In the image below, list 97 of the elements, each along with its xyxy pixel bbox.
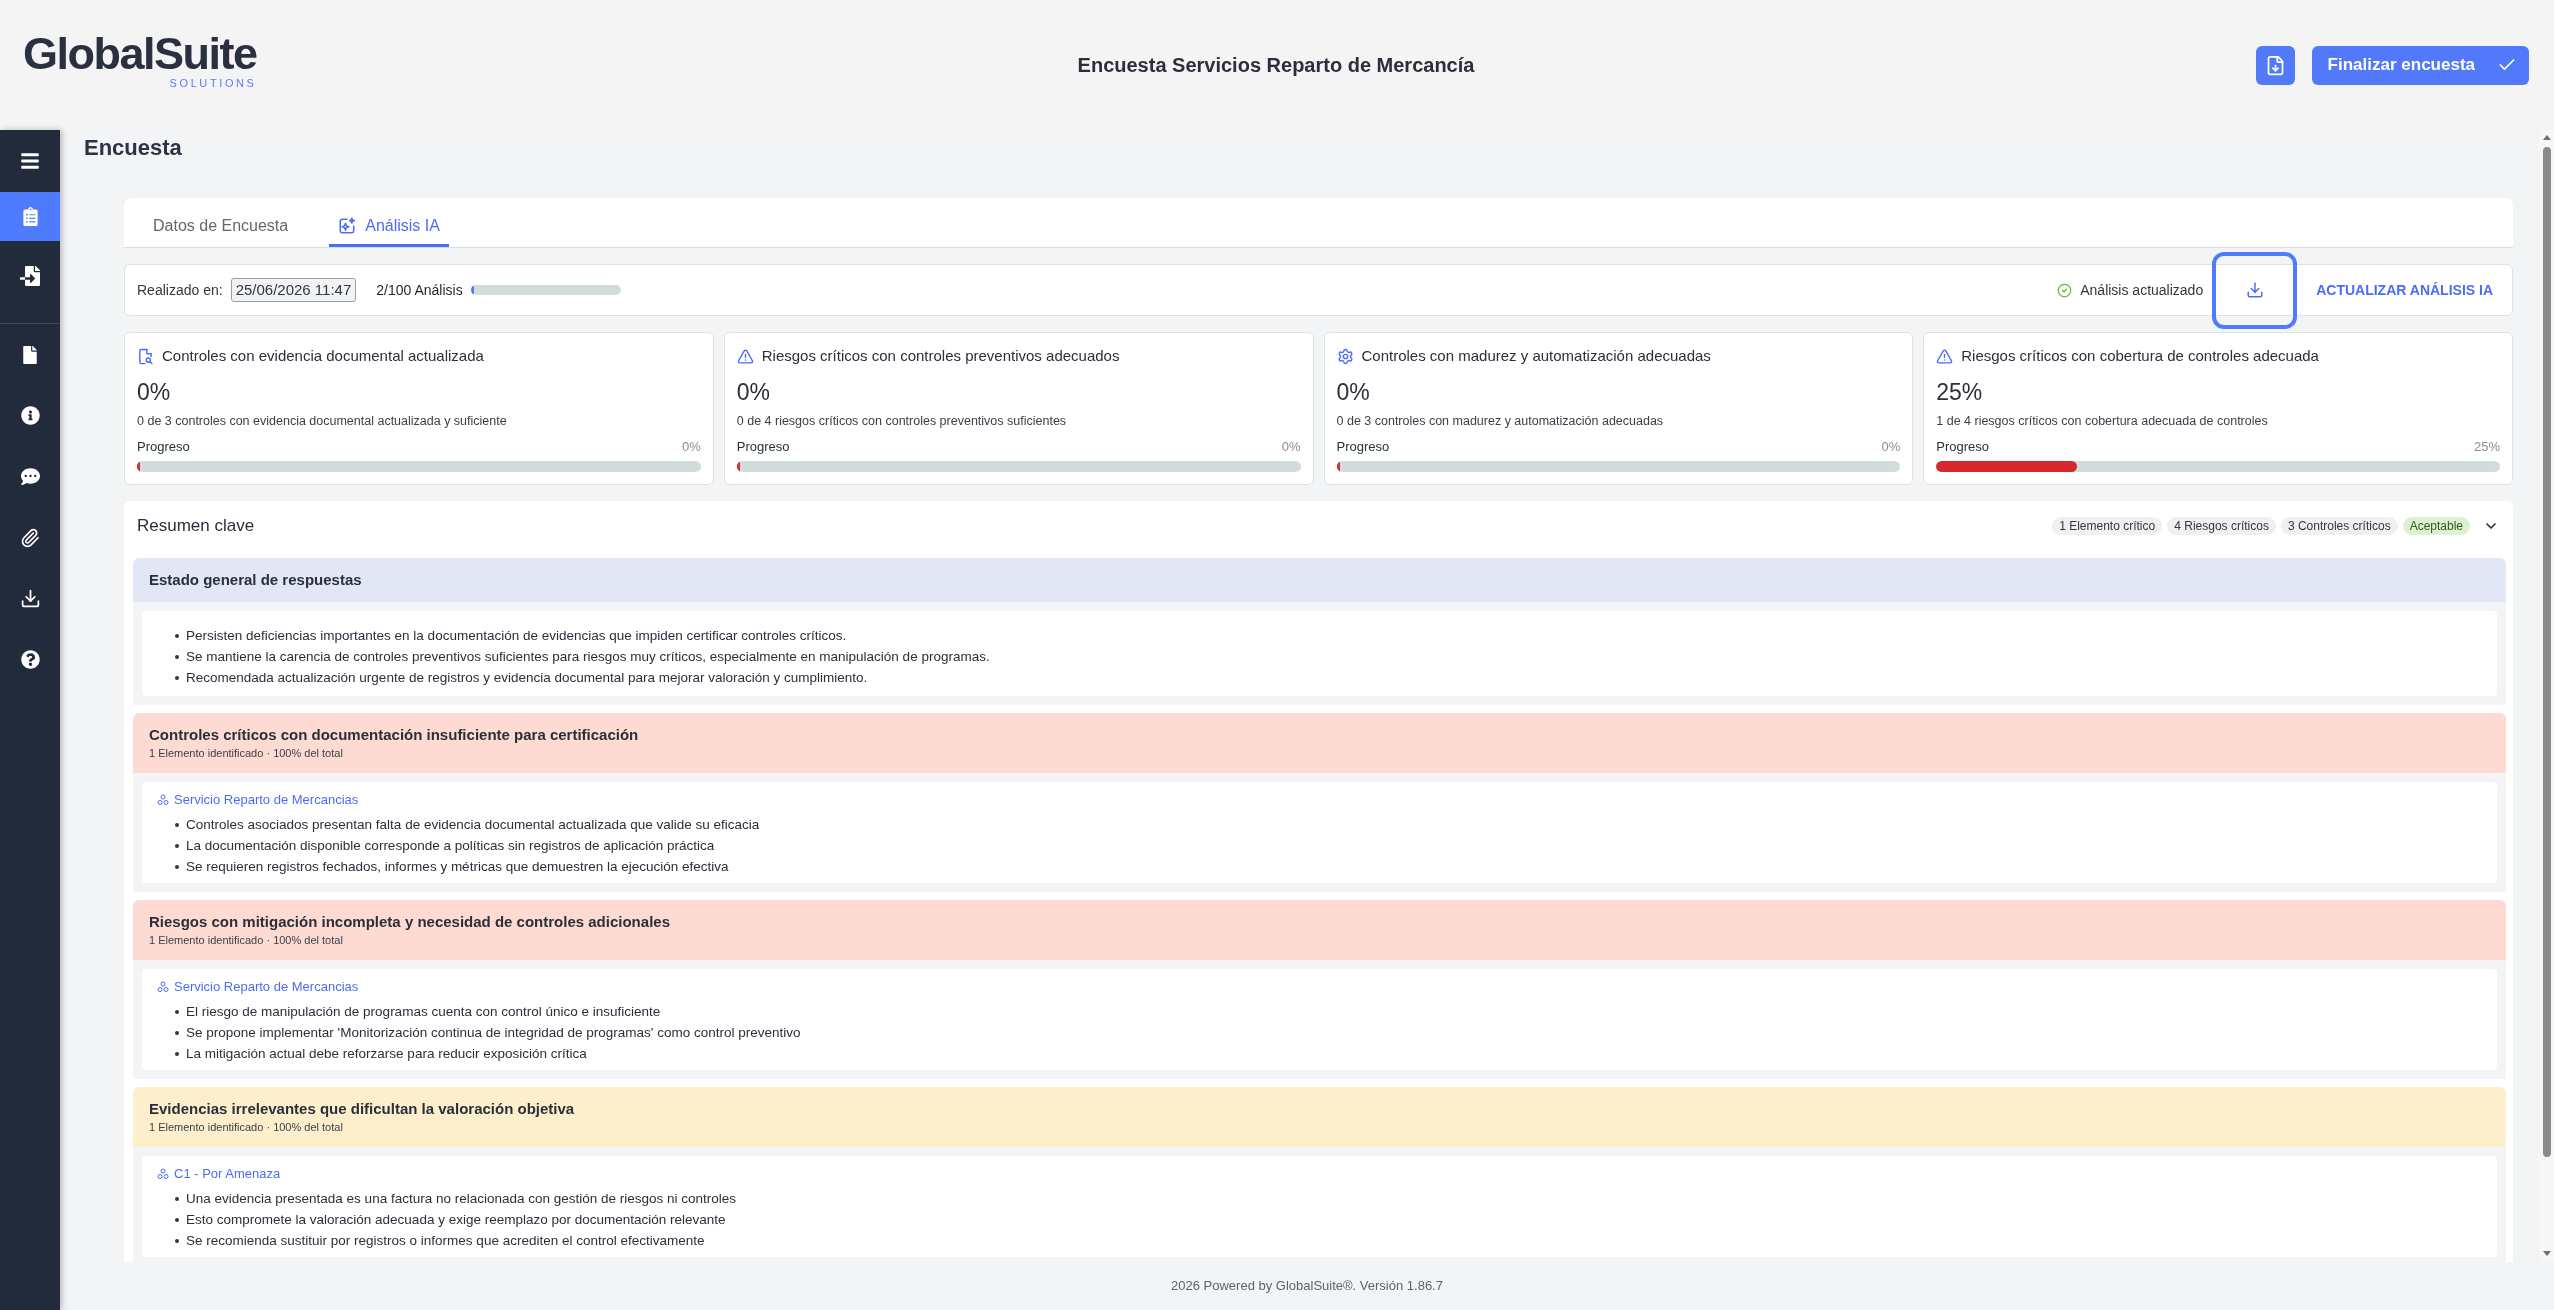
bullet-text: La mitigación actual debe reforzarse para reducir exposición crítica (186, 1045, 587, 1063)
finalize-button[interactable]: Finalizar encuesta (2311, 45, 2529, 85)
bullet-icon (175, 1238, 179, 1243)
section-title: Evidencias irrelevantes que dificultan la valoración objetiva (149, 1099, 576, 1119)
summary-title: Resumen clave (137, 515, 255, 537)
summary-badge: 1 Elemento crítico (2052, 517, 2163, 535)
scroll-down-icon[interactable] (2543, 1251, 2551, 1256)
metric-description: 0 de 3 controles con madurez y automatización adecuadas (1336, 413, 1665, 430)
progress-label: Progreso (137, 439, 190, 455)
scrollbar-thumb[interactable] (2543, 147, 2551, 1157)
section-title: Riesgos con mitigación incompleta y necesidad de controles adicionales (149, 912, 671, 932)
section-subtitle: 1 Elemento identificado · 100% del total (149, 1120, 344, 1135)
bullet-text: Recomendada actualización urgente de registros y evidencia documental para mejorar valoración y cumplimiento. (186, 669, 868, 687)
bullet-icon (175, 1196, 179, 1201)
sparkle-square-icon (338, 216, 357, 235)
bullet-icon (175, 843, 179, 848)
metric-title: Riesgos críticos con controles preventivos adecuados (761, 346, 1120, 366)
bullet-icon (175, 822, 179, 827)
scroll-up-icon[interactable] (2543, 135, 2551, 140)
tab[interactable]: Datos de Encuesta (144, 207, 298, 247)
file-import-icon (20, 265, 40, 286)
metric-value: 0% (1336, 378, 1371, 406)
paperclip-icon (20, 527, 40, 548)
progress-reading: 0% (681, 439, 701, 455)
progress-reading: 0% (1881, 439, 1901, 455)
progress-label: Progreso (1936, 439, 1989, 455)
bullet-text: Esto compromete la valoración adecuada y exige reemplazo por documentación relevante (186, 1211, 726, 1229)
entity-link[interactable]: Servicio Reparto de Mercancias (157, 977, 359, 997)
bullet-text: El riesgo de manipulación de programas cuenta con control único e insuficiente (186, 1003, 661, 1021)
date-field[interactable]: 25/06/2026 11:47 (230, 278, 357, 302)
section-subtitle: 1 Elemento identificado · 100% del total (149, 746, 344, 761)
metric-title: Controles con evidencia documental actualizada (162, 346, 484, 366)
tab[interactable]: Análisis IA (329, 207, 449, 247)
usage-reading: 2/100 Análisis (376, 280, 463, 300)
download-button[interactable] (2212, 251, 2298, 329)
bullet-icon (175, 1009, 179, 1014)
status-text: Análisis actualizado (2080, 280, 2204, 300)
summary-badge: Aceptable (2402, 517, 2470, 535)
bullet-icon (175, 654, 179, 659)
survey-title: Encuesta Servicios Reparto de Mercancía (1077, 53, 1475, 78)
chat-icon (20, 467, 40, 486)
file-icon (21, 345, 39, 364)
metric-value: 0% (137, 378, 172, 406)
metric-description: 0 de 3 controles con evidencia documental actualizada y suficiente (137, 413, 508, 430)
bullet-text: Se propone implementar 'Monitorización continua de integridad de programas' como control preventivo (186, 1024, 801, 1042)
refresh-analysis-button[interactable]: ACTUALIZAR ANÁLISIS IA (2316, 279, 2493, 301)
bullet-text: Se recomienda sustituir por registros o informes que acrediten el control efectivamente (186, 1232, 705, 1250)
progress-label: Progreso (1336, 439, 1390, 455)
page-title: Encuesta (84, 134, 183, 162)
metric-title: Controles con madurez y automatización adecuadas (1361, 346, 1711, 366)
footer-text: 2026 Powered by GlobalSuite®. Versión 1.86.7 (1171, 1277, 1443, 1296)
scrollbar[interactable] (2540, 130, 2554, 1262)
section-title: Controles críticos con documentación insuficiente para certificación (149, 725, 640, 745)
progress-label: Progreso (736, 439, 790, 455)
metric-description: 1 de 4 riesgos críticos con cobertura adecuada de controles (1936, 413, 2269, 430)
summary-badge: 4 Riesgos críticos (2167, 517, 2276, 535)
bullet-icon (175, 864, 179, 869)
info-icon (20, 406, 40, 425)
warning-icon (1936, 347, 1954, 365)
bullet-icon (175, 1051, 179, 1056)
check-circle-icon (2057, 282, 2073, 298)
bullet-text: Se mantiene la carencia de controles preventivos suficientes para riesgos muy críticos, especialmente en manipulación de programas. (186, 648, 990, 666)
bullet-icon (175, 633, 179, 638)
bullet-text: Se requieren registros fechados, informes y métricas que demuestren la ejecución efectiva (186, 858, 729, 876)
entity-link[interactable]: C1 - Por Amenaza (157, 1164, 281, 1184)
document-search-icon (137, 347, 154, 365)
bullet-icon (175, 1030, 179, 1035)
summary-badge: 3 Controles críticos (2280, 517, 2398, 535)
metric-value: 25% (1936, 378, 1984, 406)
download-icon (19, 588, 41, 609)
entity-link[interactable]: Servicio Reparto de Mercancias (157, 790, 359, 810)
warning-icon (736, 347, 754, 365)
nodes-icon (157, 1168, 169, 1180)
date-label: Realizado en: (137, 280, 223, 300)
nodes-icon (157, 794, 169, 806)
bullet-text: Una evidencia presentada es una factura no relacionada con gestión de riesgos ni controles (186, 1190, 737, 1208)
bullet-text: Persisten deficiencias importantes en la documentación de evidencias que impiden certificar controles críticos. (186, 627, 847, 645)
download-button[interactable] (2255, 45, 2295, 85)
bullet-text: Controles asociados presentan falta de evidencia documental actualizada que valide su eficacia (186, 816, 760, 834)
bullet-icon (175, 675, 179, 680)
download-icon (2245, 281, 2264, 299)
logo-tagline: SOLUTIONS (169, 77, 257, 89)
progress-reading: 25% (2473, 439, 2500, 455)
clipboard-list-icon (20, 207, 40, 226)
progress-reading: 0% (1281, 439, 1301, 455)
section-subtitle: 1 Elemento identificado · 100% del total (149, 933, 344, 948)
bullet-text: La documentación disponible corresponde a políticas sin registros de aplicación práctica (186, 837, 715, 855)
metric-value: 0% (736, 378, 771, 406)
nodes-icon (157, 981, 169, 993)
help-icon (20, 650, 40, 669)
gear-icon (1336, 347, 1354, 365)
logo-wordmark: GlobalSuite (23, 31, 257, 77)
section-title: Estado general de respuestas (149, 570, 363, 590)
metric-title: Riesgos críticos con cobertura de controles adecuada (1961, 346, 2319, 366)
metric-description: 0 de 4 riesgos críticos con controles preventivos suficientes (736, 413, 1068, 430)
menu-icon (20, 151, 40, 171)
bullet-icon (175, 1217, 179, 1222)
